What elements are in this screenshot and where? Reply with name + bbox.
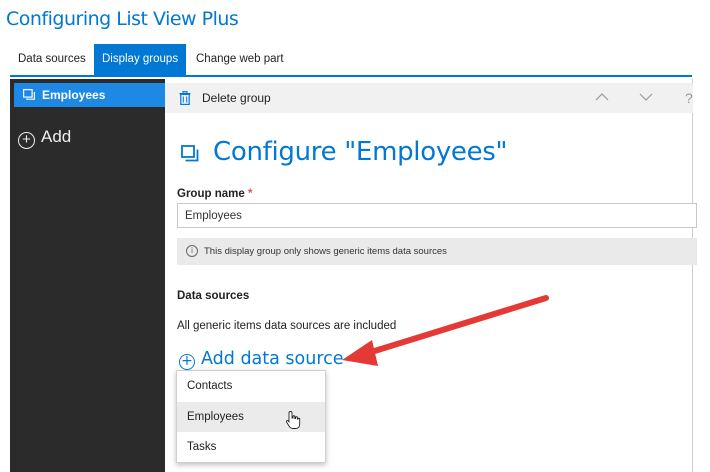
hand-cursor-icon — [285, 411, 301, 429]
toolbar: Delete group ? — [165, 83, 693, 113]
info-icon: i — [186, 245, 198, 257]
group-icon — [181, 145, 199, 162]
dropdown-option-contacts[interactable]: Contacts — [177, 371, 325, 401]
group-name-label-text: Group name — [177, 188, 245, 200]
app-title: Configuring List View Plus — [6, 8, 239, 30]
sidebar-item-employees[interactable]: Employees — [14, 83, 169, 107]
dropdown-option-employees[interactable]: Employees — [177, 402, 325, 432]
dropdown-option-label: Employees — [187, 411, 244, 423]
info-text: This display group only shows generic it… — [204, 246, 447, 257]
add-data-source-label: Add data source — [201, 349, 344, 369]
chevron-up-icon[interactable] — [595, 92, 609, 102]
main-panel: Delete group ? Configure "Employees" Gro… — [165, 79, 697, 472]
plus-circle-icon: + — [18, 132, 35, 149]
required-marker: * — [247, 188, 253, 200]
tab-change-web-part[interactable]: Change web part — [188, 44, 292, 75]
trash-icon[interactable] — [179, 91, 191, 105]
data-sources-label: Data sources — [177, 290, 250, 302]
sidebar: Employees + Add — [10, 79, 169, 472]
tab-data-sources[interactable]: Data sources — [10, 44, 94, 75]
add-group-label: Add — [41, 127, 72, 146]
add-data-source-button[interactable]: + Add data source — [179, 349, 344, 370]
data-source-dropdown: Contacts Employees Tasks — [176, 370, 326, 463]
tab-bar: Data sources Display groups Change web p… — [10, 44, 692, 77]
help-icon[interactable]: ? — [685, 90, 693, 106]
tab-display-groups[interactable]: Display groups — [94, 44, 187, 75]
group-name-label: Group name * — [177, 188, 252, 200]
info-message: i This display group only shows generic … — [177, 238, 697, 265]
group-icon — [23, 89, 35, 100]
add-group-button[interactable]: + Add — [18, 127, 71, 149]
plus-circle-icon: + — [179, 354, 195, 370]
chevron-down-icon[interactable] — [639, 92, 653, 102]
delete-group-button[interactable]: Delete group — [202, 91, 271, 105]
dropdown-option-tasks[interactable]: Tasks — [177, 432, 325, 462]
data-sources-description: All generic items data sources are inclu… — [177, 320, 397, 332]
sidebar-item-label: Employees — [42, 88, 106, 102]
page-title: Configure "Employees" — [213, 137, 508, 167]
group-name-input[interactable] — [177, 203, 697, 228]
